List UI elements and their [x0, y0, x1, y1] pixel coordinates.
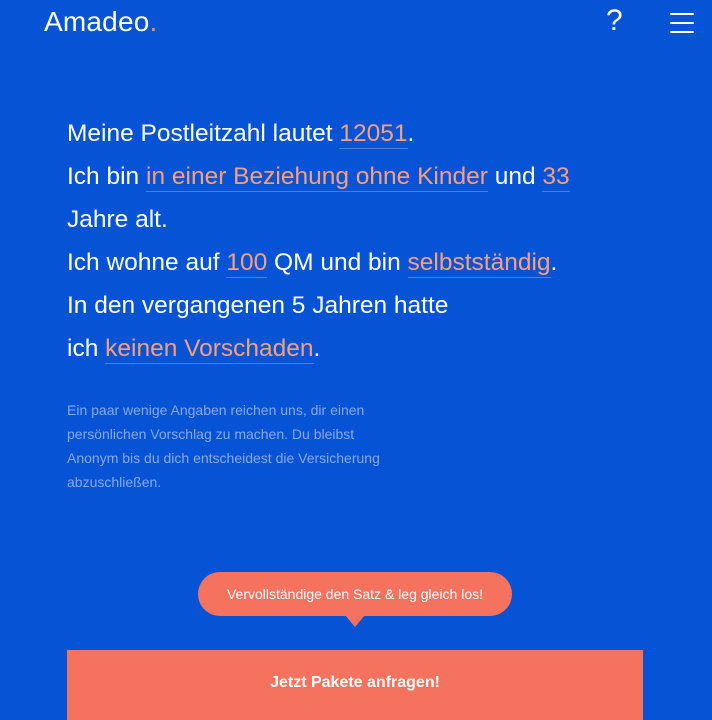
sentence-line-2: Ich bin in einer Beziehung ohne Kinder u… — [67, 155, 627, 198]
header: Amadeo. ? — [0, 0, 712, 48]
form-sentence: Meine Postleitzahl lautet 12051. Ich bin… — [67, 112, 627, 370]
sentence-text: . — [550, 249, 558, 276]
occupation-field[interactable]: selbstständig — [407, 249, 551, 278]
logo[interactable]: Amadeo. — [44, 6, 157, 38]
help-button[interactable]: ? — [606, 4, 623, 38]
prior-damage-field[interactable]: keinen Vorschaden — [105, 335, 314, 364]
sentence-text: und — [487, 163, 543, 190]
sentence-line-5: In den vergangenen 5 Jahren hatte — [67, 292, 449, 319]
tooltip-arrow — [345, 615, 365, 627]
relationship-field[interactable]: in einer Beziehung ohne Kinder — [146, 163, 488, 192]
sentence-text: Ich wohne auf — [67, 249, 227, 276]
sentence-line-4: Ich wohne auf 100 QM und bin selbstständ… — [67, 241, 627, 284]
sentence-text: Ich bin — [67, 163, 146, 190]
logo-text: Amadeo — [44, 6, 150, 37]
sentence-text: QM und bin — [267, 249, 408, 276]
hint-tooltip: Vervollständige den Satz & leg gleich lo… — [198, 572, 512, 616]
sentence-line-1: Meine Postleitzahl lautet 12051. — [67, 112, 627, 155]
hamburger-menu-icon[interactable] — [670, 13, 694, 33]
privacy-note: Ein paar wenige Angaben reichen uns, dir… — [67, 402, 380, 490]
sentence-line-6: ich keinen Vorschaden. — [67, 327, 627, 370]
age-field[interactable]: 33 — [542, 163, 570, 192]
logo-dot: . — [149, 6, 158, 37]
sentence-line-3: Jahre alt. — [67, 206, 168, 233]
sentence-text: Meine Postleitzahl lautet — [67, 120, 340, 147]
postal-code-field[interactable]: 12051 — [339, 120, 408, 149]
sentence-text: . — [407, 120, 415, 147]
living-space-field[interactable]: 100 — [226, 249, 268, 278]
sentence-text: . — [313, 335, 321, 362]
request-packages-button[interactable]: Jetzt Pakete anfragen! — [67, 650, 643, 720]
sentence-text: ich — [67, 335, 106, 362]
cta-label: Jetzt Pakete anfragen! — [270, 674, 440, 691]
